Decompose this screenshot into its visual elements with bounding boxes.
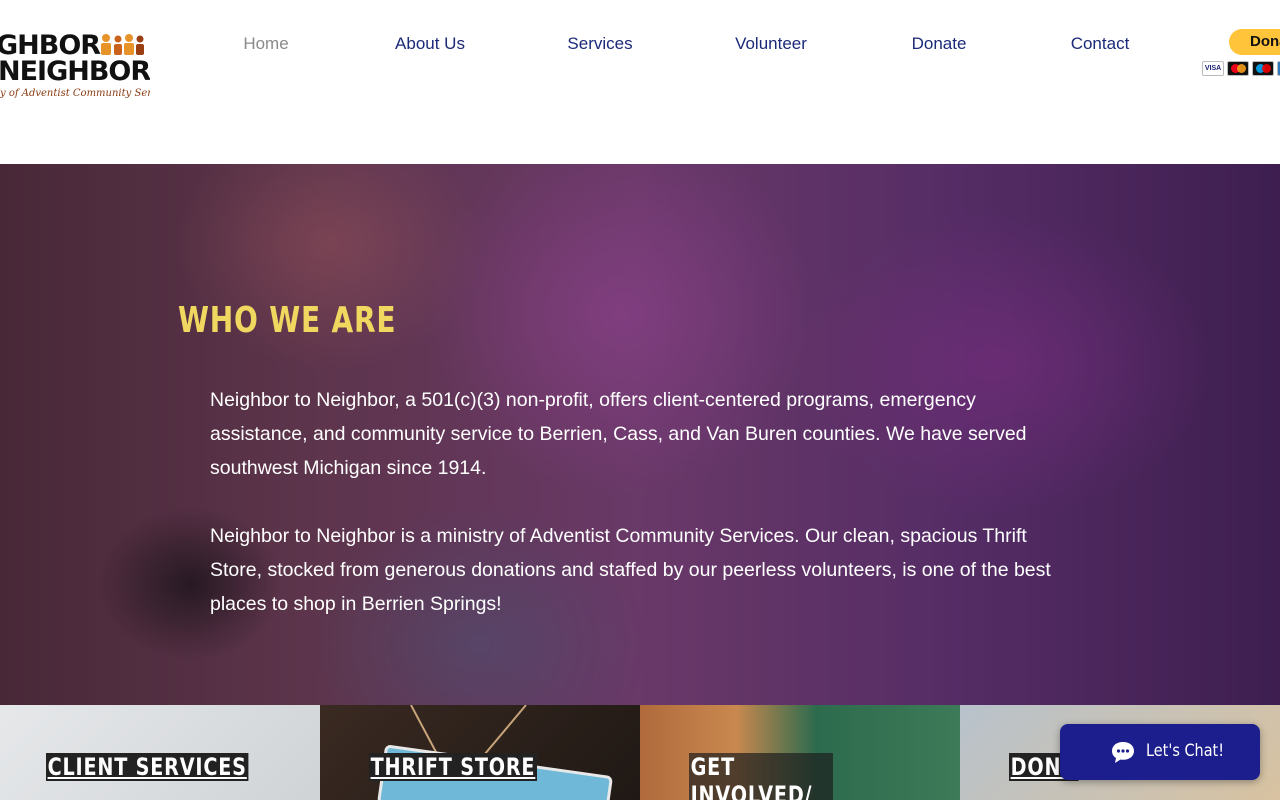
- tile-link-thrift-store[interactable]: THRIFT STORE: [369, 753, 537, 781]
- nav-item-donate[interactable]: Donate: [912, 34, 967, 54]
- tile-link-volunteer[interactable]: GET INVOLVED/ VOLUNTEER: [689, 753, 833, 800]
- site-logo[interactable]: GHBOR NEIGHBOR y of Adventist Community …: [0, 28, 150, 106]
- nav-item-services[interactable]: Services: [567, 34, 632, 54]
- tile-link-client-services[interactable]: CLIENT SERVICES: [46, 753, 249, 781]
- chat-label: Let's Chat!: [1146, 741, 1225, 761]
- ministry-paragraph: Neighbor to Neighbor is a ministry of Ad…: [210, 525, 1051, 615]
- paypal-donate-button[interactable]: Dona: [1229, 29, 1280, 55]
- nav-item-home[interactable]: Home: [243, 34, 288, 54]
- chat-bubble-icon: [1112, 742, 1134, 763]
- mastercard-icon: [1227, 61, 1249, 76]
- nav-item-about-us[interactable]: About Us: [395, 34, 465, 54]
- section-title: WHO WE ARE: [178, 300, 397, 341]
- maestro-icon: [1252, 61, 1274, 76]
- logo-tagline: y of Adventist Community Services: [0, 88, 150, 99]
- site-header: GHBOR NEIGHBOR y of Adventist Community …: [0, 0, 1280, 164]
- visa-card-icon: VISA: [1202, 61, 1224, 76]
- intro-paragraph: Neighbor to Neighbor, a 501(c)(3) non-pr…: [210, 389, 1027, 479]
- logo-text-line2: NEIGHBOR: [0, 56, 150, 87]
- family-icon: [101, 34, 144, 55]
- who-we-are-section: WHO WE ARE Neighbor to Neighbor, a 501(c…: [0, 164, 1280, 705]
- tile-client-services[interactable]: CLIENT SERVICES: [0, 705, 320, 800]
- nav-item-contact[interactable]: Contact: [1071, 34, 1130, 54]
- chat-widget-button[interactable]: Let's Chat!: [1060, 724, 1260, 780]
- tile-volunteer[interactable]: GET INVOLVED/ VOLUNTEER: [640, 705, 960, 800]
- sign-string: [480, 705, 527, 760]
- tile-thrift-store[interactable]: THRIFT STORE: [320, 705, 640, 800]
- payment-cards: VISA: [1202, 61, 1280, 76]
- nav-item-volunteer[interactable]: Volunteer: [735, 34, 807, 54]
